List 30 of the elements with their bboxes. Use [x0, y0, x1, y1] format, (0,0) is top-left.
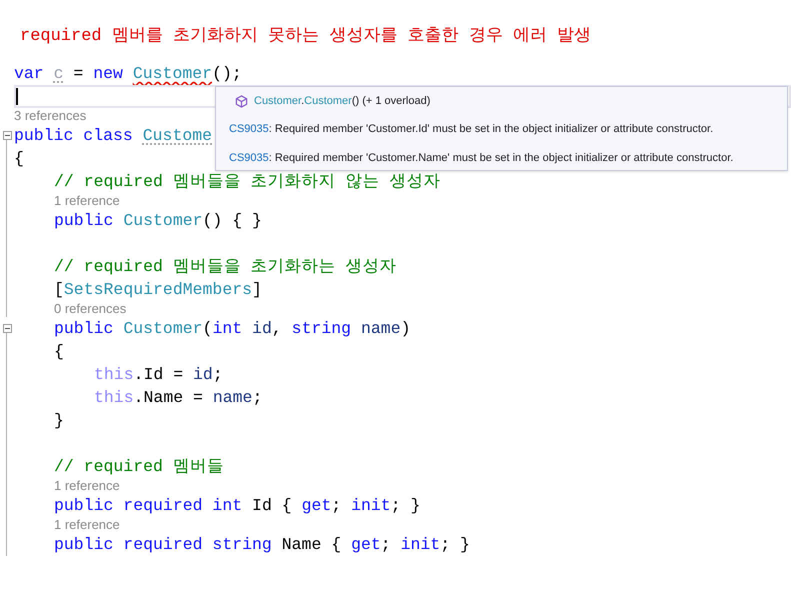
code-line: public Customer() { } — [54, 210, 262, 232]
code-line: public Customer(int id, string name) — [54, 318, 410, 340]
error-message: : Required member 'Customer.Name' must be set in the object initializer or attribute constructor. — [268, 152, 734, 164]
code-line: } — [54, 410, 64, 432]
error-code-link[interactable]: CS9035 — [229, 123, 269, 135]
collapse-icon[interactable] — [2, 131, 12, 140]
page-title: required 멤버를 초기화하지 못하는 생성자를 호출한 경우 에러 발생 — [20, 26, 592, 48]
code-line: public class Custome — [14, 125, 212, 147]
cube-icon — [235, 94, 248, 108]
text-cursor — [16, 88, 18, 105]
reference-count-link[interactable]: 3 references — [14, 108, 86, 124]
code-line: [SetsRequiredMembers] — [54, 279, 262, 301]
code-line: { — [54, 341, 64, 363]
code-comment: // required 멤버들을 초기화하는 생성자 — [54, 256, 397, 278]
reference-count-link[interactable]: 1 reference — [54, 517, 120, 533]
code-line: public required string Name { get; init; } — [54, 534, 470, 556]
code-line: public required int Id { get; init; } — [54, 495, 420, 517]
code-line: var c = new Customer(); — [14, 63, 242, 85]
code-line: this.Name = name; — [94, 387, 262, 409]
collapse-icon[interactable] — [2, 324, 12, 333]
reference-count-link[interactable]: 1 reference — [54, 193, 120, 209]
code-comment: // required 멤버들을 초기화하지 않는 생성자 — [54, 171, 441, 193]
code-line: this.Id = id; — [94, 364, 223, 386]
error-message: : Required member 'Customer.Id' must be set in the object initializer or attribute constructor. — [268, 123, 714, 135]
code-comment: // required 멤버들 — [54, 456, 224, 478]
error-code-link[interactable]: CS9035 — [229, 152, 269, 164]
reference-count-link[interactable]: 0 references — [54, 301, 126, 317]
reference-count-link[interactable]: 1 reference — [54, 478, 120, 494]
code-line: { — [14, 148, 24, 170]
method-signature: Customer.Customer() (+ 1 overload) — [254, 94, 430, 109]
